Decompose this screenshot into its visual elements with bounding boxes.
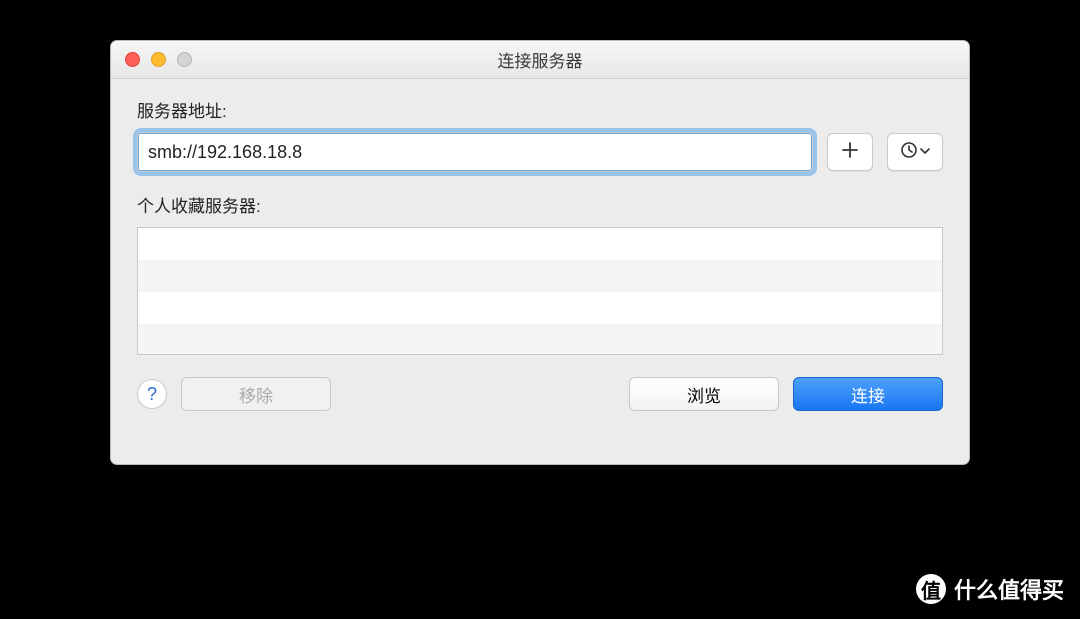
minimize-window-button[interactable] (151, 52, 166, 67)
history-dropdown-button[interactable] (887, 133, 943, 171)
list-item (138, 228, 942, 260)
list-item (138, 324, 942, 355)
watermark-badge: 值 (916, 574, 946, 604)
clock-icon (900, 141, 918, 164)
button-row: ? 移除 浏览 连接 (137, 377, 943, 411)
server-address-input[interactable] (137, 132, 813, 172)
help-icon: ? (147, 384, 157, 405)
watermark: 值 什么值得买 (916, 573, 1064, 605)
help-button[interactable]: ? (137, 379, 167, 409)
add-favorite-button[interactable] (827, 133, 873, 171)
traffic-lights (125, 52, 192, 67)
remove-button: 移除 (181, 377, 331, 411)
connect-button-label: 连接 (851, 382, 885, 407)
favorites-label: 个人收藏服务器: (137, 192, 943, 217)
connect-to-server-window: 连接服务器 服务器地址: 个人收藏服务器: (110, 40, 970, 465)
browse-button[interactable]: 浏览 (629, 377, 779, 411)
maximize-window-button (177, 52, 192, 67)
chevron-down-icon (920, 143, 930, 161)
list-item (138, 292, 942, 324)
remove-button-label: 移除 (239, 382, 273, 407)
close-window-button[interactable] (125, 52, 140, 67)
watermark-text: 什么值得买 (954, 573, 1064, 605)
window-content: 服务器地址: 个人收藏服务器: (111, 79, 969, 433)
address-row (137, 132, 943, 172)
window-title: 连接服务器 (111, 47, 969, 72)
plus-icon (841, 141, 859, 164)
favorites-list[interactable] (137, 227, 943, 355)
server-address-label: 服务器地址: (137, 97, 943, 122)
list-item (138, 260, 942, 292)
browse-button-label: 浏览 (687, 382, 721, 407)
connect-button[interactable]: 连接 (793, 377, 943, 411)
titlebar: 连接服务器 (111, 41, 969, 79)
